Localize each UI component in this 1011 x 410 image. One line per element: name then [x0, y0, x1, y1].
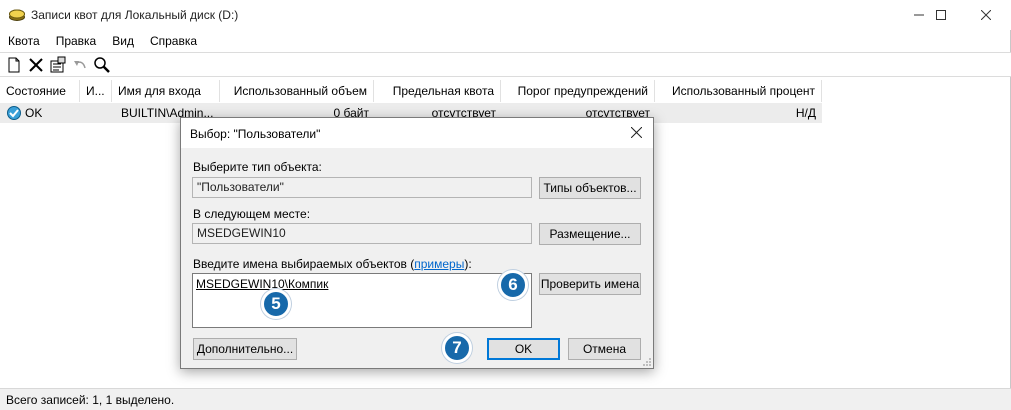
- column-warning[interactable]: Порог предупреждений: [501, 80, 655, 102]
- close-button[interactable]: [963, 0, 1009, 30]
- ok-button[interactable]: OK: [487, 338, 560, 360]
- column-status[interactable]: Состояние: [0, 80, 80, 102]
- names-label: Введите имена выбираемых объектов (приме…: [193, 257, 472, 271]
- dialog-close-button[interactable]: [625, 122, 647, 144]
- find-icon[interactable]: [93, 56, 111, 74]
- properties-icon[interactable]: [49, 56, 67, 74]
- delete-icon[interactable]: [27, 56, 45, 74]
- location-label: В следующем месте:: [193, 207, 311, 221]
- disk-icon: [9, 9, 25, 21]
- undo-icon[interactable]: [71, 56, 89, 74]
- cell-status: OK: [25, 106, 43, 120]
- table-header: Состояние И... Имя для входа Использован…: [0, 80, 822, 102]
- select-users-dialog: Выбор: "Пользователи" Выберите тип объек…: [180, 117, 654, 369]
- check-names-button[interactable]: Проверить имена: [539, 273, 641, 295]
- title-bar: Записи квот для Локальный диск (D:): [0, 0, 1011, 30]
- advanced-button[interactable]: Дополнительно...: [193, 338, 297, 360]
- location-field: MSEDGEWIN10: [192, 223, 532, 244]
- new-entry-icon[interactable]: [5, 56, 23, 74]
- object-types-button[interactable]: Типы объектов...: [539, 177, 641, 199]
- column-name[interactable]: И...: [80, 80, 112, 102]
- column-used[interactable]: Использованный объем: [220, 80, 374, 102]
- close-icon: [630, 126, 642, 139]
- step-5-badge: 5: [261, 289, 291, 319]
- column-percent[interactable]: Использованный процент: [655, 80, 822, 102]
- menu-quota[interactable]: Квота: [0, 31, 48, 51]
- status-ok-icon: [7, 106, 21, 120]
- toolbar: [0, 52, 1011, 77]
- menu-view[interactable]: Вид: [104, 31, 142, 51]
- step-6-badge: 6: [498, 270, 528, 300]
- quota-entries-window: Записи квот для Локальный диск (D:) Квот…: [0, 0, 1011, 410]
- object-names-value: MSEDGEWIN10\Компик: [196, 277, 329, 291]
- cell-percent: Н/Д: [795, 106, 816, 120]
- object-names-input[interactable]: MSEDGEWIN10\Компик: [192, 273, 532, 328]
- location-button[interactable]: Размещение...: [539, 223, 641, 245]
- column-limit[interactable]: Предельная квота: [374, 80, 501, 102]
- dialog-title: Выбор: "Пользователи": [190, 127, 321, 141]
- menu-help[interactable]: Справка: [142, 31, 205, 51]
- status-bar: Всего записей: 1, 1 выделено.: [0, 388, 1011, 410]
- step-7-badge: 7: [442, 333, 472, 363]
- menu-bar: Квота Правка Вид Справка: [0, 31, 1011, 51]
- column-login[interactable]: Имя для входа: [112, 80, 220, 102]
- cancel-button[interactable]: Отмена: [568, 338, 641, 360]
- resize-grip-icon[interactable]: [641, 356, 651, 366]
- cell-name: [86, 103, 112, 123]
- examples-link[interactable]: примеры: [414, 257, 464, 271]
- maximize-button[interactable]: [918, 0, 964, 30]
- close-icon: [981, 10, 991, 20]
- maximize-icon: [936, 10, 946, 20]
- names-label-prefix: Введите имена выбираемых объектов (: [193, 257, 415, 271]
- names-label-suffix: ):: [464, 257, 472, 271]
- object-type-label: Выберите тип объекта:: [193, 160, 322, 174]
- menu-edit[interactable]: Правка: [48, 31, 105, 51]
- status-text: Всего записей: 1, 1 выделено.: [6, 393, 175, 407]
- object-type-field: "Пользователи": [192, 177, 532, 198]
- window-title: Записи квот для Локальный диск (D:): [31, 8, 239, 22]
- dialog-title-bar: Выбор: "Пользователи": [181, 118, 653, 148]
